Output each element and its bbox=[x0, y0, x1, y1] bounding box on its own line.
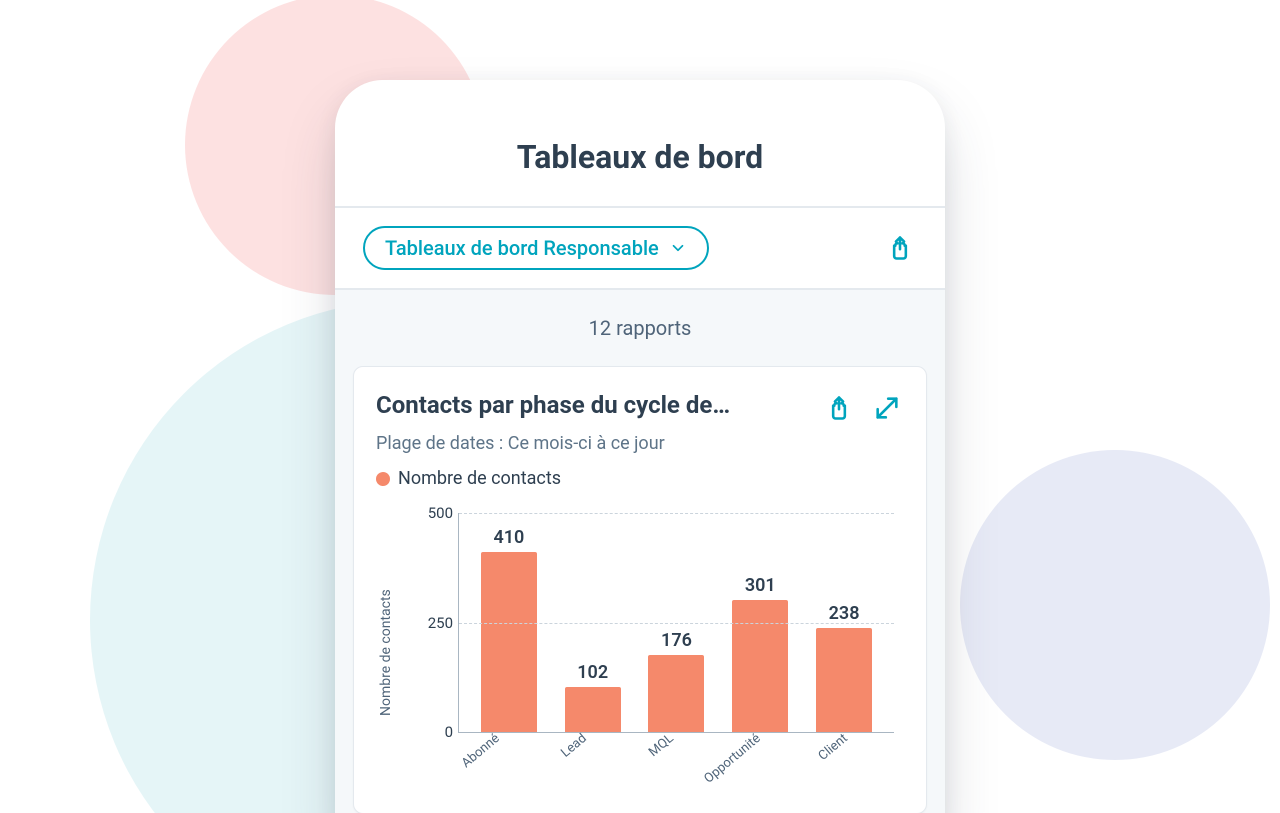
chart-bar-value: 238 bbox=[829, 603, 860, 624]
chart-bar: 176 bbox=[645, 630, 707, 732]
report-subtitle: Plage de dates : Ce mois-ci à ce jour bbox=[376, 433, 904, 454]
device-frame: Tableaux de bord Tableaux de bord Respon… bbox=[335, 80, 945, 813]
report-share-button[interactable] bbox=[822, 391, 856, 425]
report-card: Contacts par phase du cycle de… bbox=[353, 366, 927, 813]
chart-bar: 102 bbox=[562, 662, 624, 732]
report-count: 12 rapports bbox=[335, 290, 945, 366]
share-button[interactable] bbox=[883, 231, 917, 265]
legend-label: Nombre de contacts bbox=[398, 468, 561, 489]
report-expand-button[interactable] bbox=[870, 391, 904, 425]
chart-bar-rect bbox=[816, 628, 872, 732]
chart-ytick: 0 bbox=[409, 723, 453, 741]
toolbar: Tableaux de bord Responsable bbox=[335, 208, 945, 290]
expand-icon bbox=[873, 394, 901, 422]
chart-gridline bbox=[459, 623, 894, 624]
chart-bar-rect bbox=[565, 687, 621, 732]
chart-xtick: Lead bbox=[558, 731, 589, 761]
chart-legend: Nombre de contacts bbox=[376, 468, 904, 489]
chart-xtick: MQL bbox=[646, 731, 677, 760]
chart: Nombre de contacts 410 102 176 301 238 0 250 5… bbox=[376, 503, 904, 803]
chart-yaxis-label: Nombre de contacts bbox=[376, 503, 396, 803]
chart-bar-value: 176 bbox=[661, 630, 692, 651]
chart-ytick: 250 bbox=[409, 614, 453, 632]
chart-bar: 301 bbox=[729, 575, 791, 732]
chart-bar-value: 410 bbox=[493, 527, 524, 548]
chart-gridline bbox=[459, 513, 894, 514]
chevron-down-icon bbox=[669, 239, 687, 257]
chart-xtick: Opportunité bbox=[701, 731, 763, 787]
legend-swatch bbox=[376, 472, 390, 486]
dashboard-selector-label: Tableaux de bord Responsable bbox=[385, 236, 659, 260]
chart-bar: 410 bbox=[478, 527, 540, 732]
chart-bar-rect bbox=[732, 600, 788, 732]
chart-xtick: Abonné bbox=[458, 731, 502, 771]
share-icon bbox=[825, 394, 853, 422]
page-title: Tableaux de bord bbox=[335, 138, 945, 176]
chart-bar-rect bbox=[648, 655, 704, 732]
share-icon bbox=[886, 234, 914, 262]
chart-bar-value: 301 bbox=[745, 575, 776, 596]
dashboard-selector-dropdown[interactable]: Tableaux de bord Responsable bbox=[363, 226, 709, 270]
chart-bar-rect bbox=[481, 552, 537, 732]
report-title: Contacts par phase du cycle de… bbox=[376, 391, 808, 419]
content-area: Contacts par phase du cycle de… bbox=[335, 366, 945, 813]
chart-bar-value: 102 bbox=[577, 662, 608, 683]
chart-xtick: Client bbox=[815, 731, 850, 764]
chart-ytick: 500 bbox=[409, 504, 453, 522]
app-header: Tableaux de bord bbox=[335, 80, 945, 208]
chart-plot-area: 410102176301238 0250500AbonnéLeadMQLOppo… bbox=[458, 513, 894, 733]
bg-circle-lilac bbox=[960, 450, 1270, 760]
